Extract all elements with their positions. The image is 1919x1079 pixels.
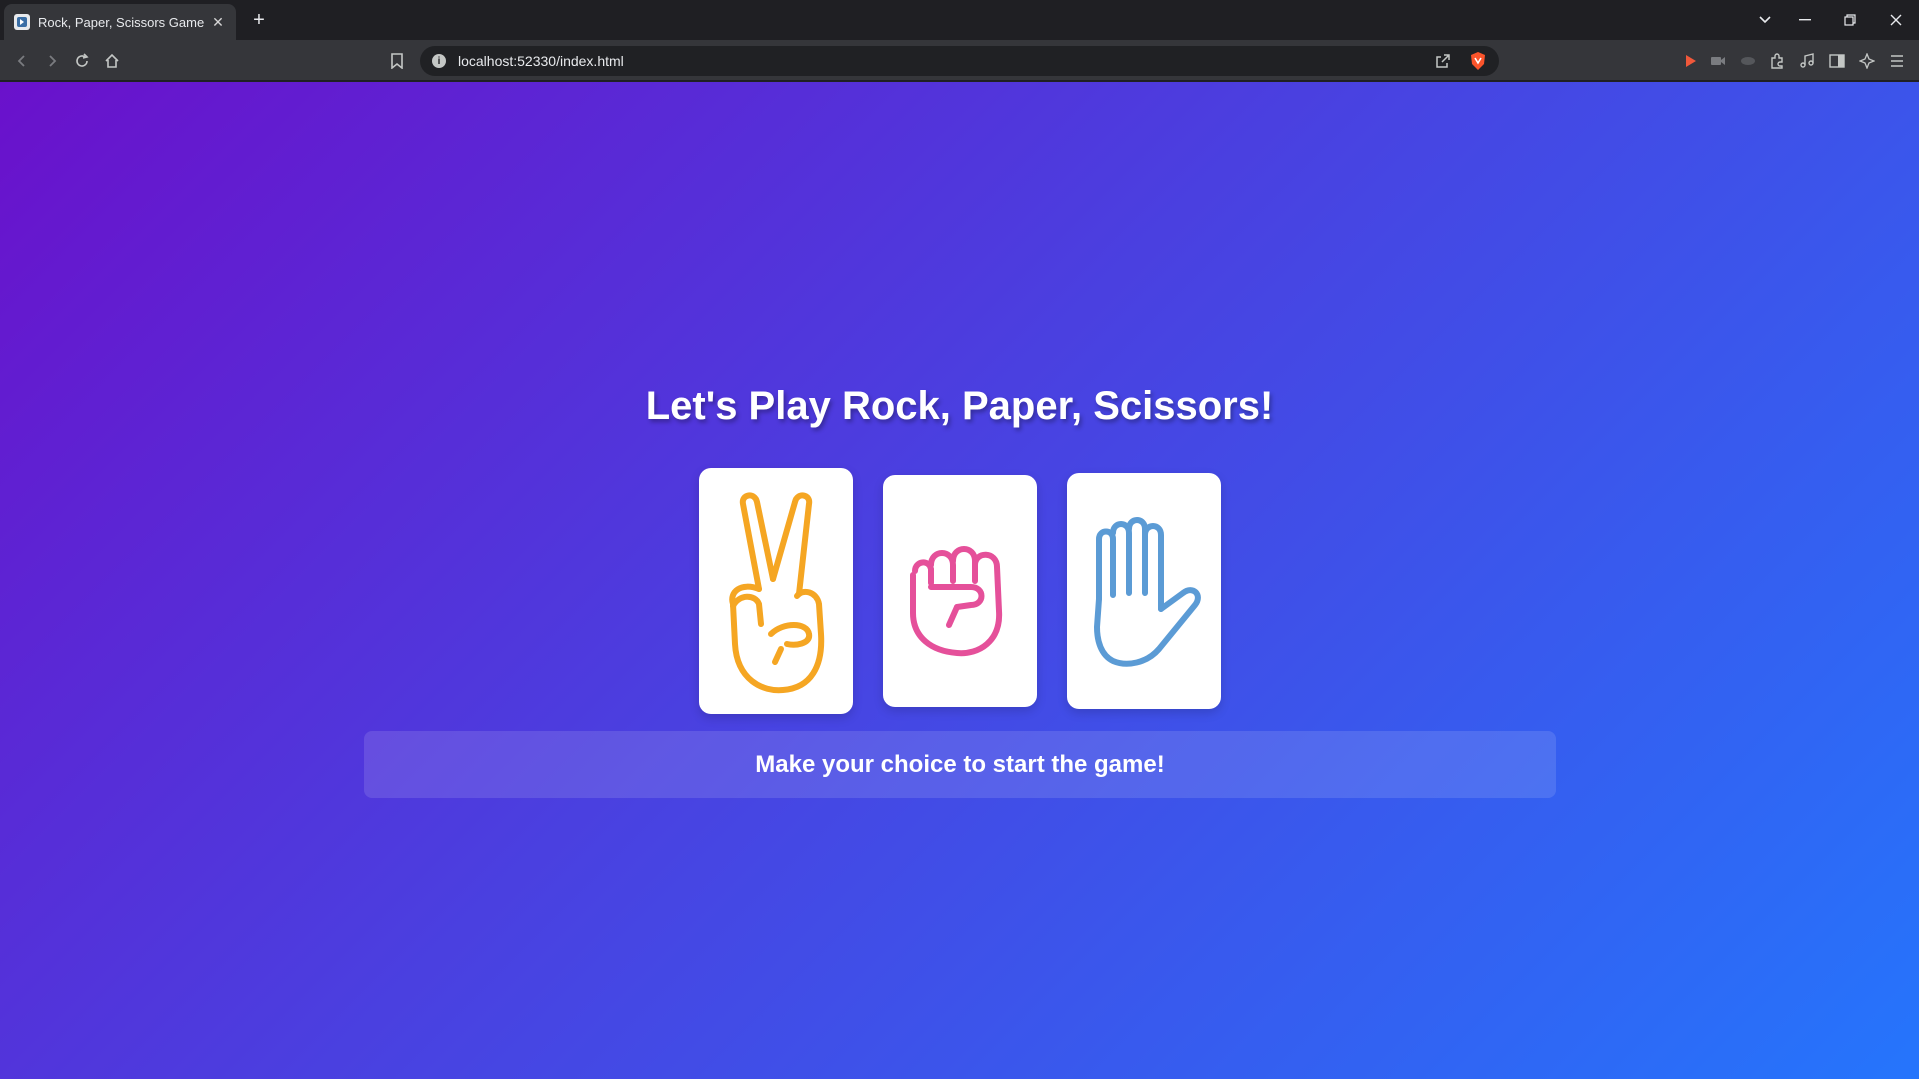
close-window-button[interactable] [1876, 0, 1916, 40]
back-icon[interactable] [10, 49, 34, 73]
tab-title: Rock, Paper, Scissors Game [38, 14, 205, 30]
page-title: Let's Play Rock, Paper, Scissors! [645, 384, 1274, 428]
reload-icon[interactable] [70, 49, 94, 73]
minimize-button[interactable] [1785, 0, 1825, 40]
tab-search-icon[interactable] [1745, 0, 1785, 40]
open-hand-icon [1094, 516, 1201, 667]
game-page: Let's Play Rock, Paper, Scissors! Make y… [0, 82, 1919, 1079]
home-icon[interactable] [100, 49, 124, 73]
rock-choice-button[interactable] [883, 475, 1037, 707]
game-favicon-icon [14, 14, 30, 30]
site-info-icon[interactable]: i [432, 54, 446, 68]
scissors-choice-button[interactable] [699, 468, 853, 714]
url-text[interactable]: localhost:52330/index.html [458, 53, 624, 69]
menu-icon[interactable] [1885, 49, 1909, 73]
restore-button[interactable] [1830, 0, 1870, 40]
wallet-icon[interactable] [1736, 49, 1760, 73]
paper-choice-button[interactable] [1067, 473, 1221, 709]
share-icon[interactable] [1435, 53, 1451, 74]
sidebar-icon[interactable] [1825, 49, 1849, 73]
brave-shield-icon[interactable] [1469, 51, 1487, 76]
leo-ai-icon[interactable] [1855, 49, 1879, 73]
toolbar: i localhost:52330/index.html [0, 40, 1919, 81]
fist-icon [910, 546, 1003, 657]
new-tab-button[interactable]: + [248, 9, 270, 31]
bookmark-icon[interactable] [385, 49, 409, 73]
tab-active[interactable]: Rock, Paper, Scissors Game ✕ [4, 4, 236, 40]
peace-hand-icon [729, 492, 825, 693]
status-message: Make your choice to start the game! [364, 731, 1556, 798]
brave-rewards-icon[interactable] [1679, 49, 1703, 73]
tab-strip: Rock, Paper, Scissors Game ✕ + [0, 0, 1919, 40]
media-icon[interactable] [1795, 49, 1819, 73]
tab-close-icon[interactable]: ✕ [210, 14, 226, 30]
camera-icon[interactable] [1706, 49, 1730, 73]
browser-window: Rock, Paper, Scissors Game ✕ + i localho… [0, 0, 1919, 1079]
address-bar[interactable]: i localhost:52330/index.html [420, 46, 1499, 76]
extensions-icon[interactable] [1765, 49, 1789, 73]
forward-icon[interactable] [40, 49, 64, 73]
